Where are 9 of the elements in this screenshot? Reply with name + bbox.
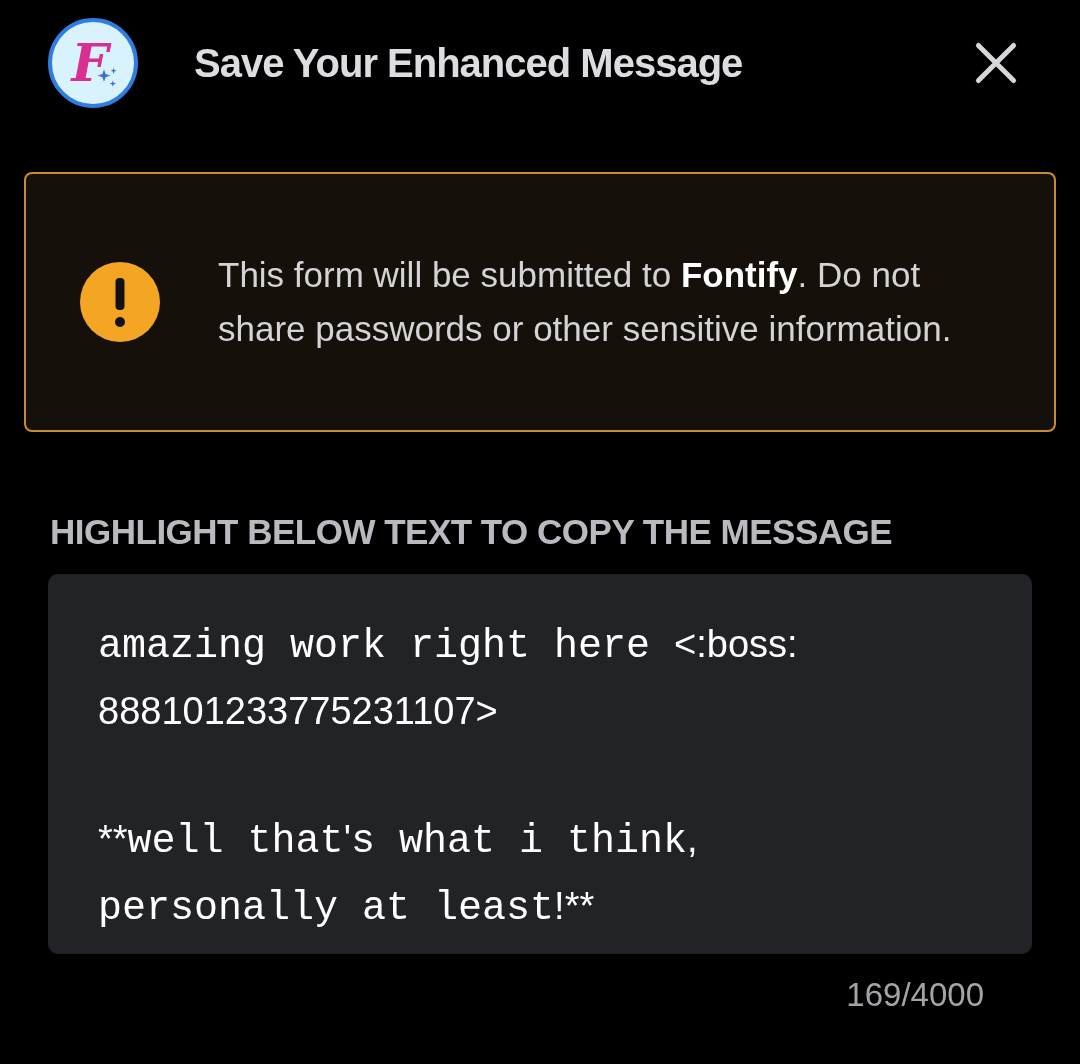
- message-text: amazing work right here <:boss: 888101233775231107> **well that's what i think, personally at least!**: [98, 622, 799, 933]
- warning-icon: [80, 262, 160, 342]
- character-counter: 169/4000: [845, 976, 984, 1014]
- message-box[interactable]: amazing work right here <:boss: 888101233775231107> **well that's what i think, personally at least!**: [48, 574, 1032, 954]
- notice-text: This form will be submitted to Fontify. Do not share passwords or other sensitive information.: [218, 254, 953, 350]
- close-button[interactable]: [974, 41, 1018, 85]
- field-label: HIGHLIGHT BELOW TEXT TO COPY THE MESSAGE: [50, 512, 894, 552]
- app-logo: F: [48, 18, 138, 108]
- dialog-title: Save Your Enhanced Message: [194, 40, 744, 86]
